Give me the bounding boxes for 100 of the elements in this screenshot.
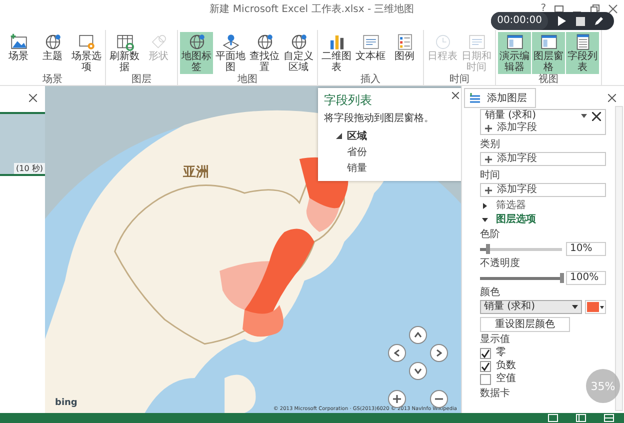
section-header[interactable]: 筛选器 <box>496 200 526 212</box>
scrollbar[interactable] <box>615 106 623 411</box>
section-header[interactable]: 图层选项 <box>496 214 536 226</box>
shapes-icon <box>150 33 168 51</box>
ribbon-button[interactable]: 查找位置 <box>248 32 281 74</box>
value-field[interactable]: 100% <box>566 271 606 285</box>
ribbon-button[interactable]: 平面地图 <box>214 32 247 74</box>
ribbon-button[interactable]: 文本框 <box>354 32 387 74</box>
recording-timer: 00:00:00 <box>491 12 548 30</box>
progress-badge: 35% <box>586 369 620 403</box>
clock-icon <box>434 33 452 51</box>
checkbox[interactable] <box>480 360 491 372</box>
legend-icon <box>396 33 414 51</box>
add-field-link[interactable]: 添加字段 <box>497 122 537 134</box>
stop-icon[interactable] <box>576 16 585 26</box>
panel-title: 字段列表 <box>324 92 372 109</box>
help-button[interactable]: ? <box>540 3 546 14</box>
ribbon-button[interactable]: 字段列表 <box>566 32 599 74</box>
chevron-right-icon <box>436 349 442 357</box>
play-icon[interactable] <box>557 16 567 26</box>
checkbox[interactable] <box>480 374 491 384</box>
globe-icon <box>256 33 274 51</box>
dropdown-icon[interactable] <box>581 114 587 118</box>
pane-icon <box>506 33 524 51</box>
table-icon <box>116 33 134 51</box>
layers-icon <box>469 93 481 103</box>
dropdown-icon <box>600 306 604 308</box>
ribbon-group-label: 时间 <box>450 74 470 85</box>
color-picker[interactable] <box>585 300 606 314</box>
plus-icon <box>485 124 492 132</box>
chevron-left-icon <box>394 349 400 357</box>
field-value[interactable]: 销量 (求和) <box>485 110 576 122</box>
well-label: 时间 <box>480 170 501 182</box>
value-field[interactable]: 10% <box>566 242 606 256</box>
text-box-icon <box>362 33 380 51</box>
close-icon[interactable] <box>608 4 618 14</box>
slider-thumb[interactable] <box>560 272 564 282</box>
expander-icon[interactable] <box>482 203 488 209</box>
add-layer-button[interactable]: 添加图层 <box>464 88 536 108</box>
field-item[interactable]: 省份 <box>336 145 459 159</box>
color-field-dropdown[interactable]: 销量 (求和) <box>480 300 582 314</box>
pane-icon <box>540 33 558 51</box>
window-title: 新建 Microsoft Excel 工作表.xlsx - 三维地图 <box>210 2 414 16</box>
ribbon-button[interactable]: 图例 <box>388 32 421 74</box>
map-pin-icon <box>222 33 240 51</box>
ribbon-button[interactable]: 场景选项 <box>70 32 103 74</box>
close-icon[interactable] <box>608 94 616 102</box>
ribbon-button[interactable]: 图层窗格 <box>532 32 565 74</box>
checkbox-label[interactable]: 负数 <box>496 360 516 372</box>
ribbon-group-label: 插入 <box>360 74 380 85</box>
add-field-link[interactable]: 添加字段 <box>497 153 537 165</box>
well-label: 类别 <box>480 139 501 151</box>
globe-icon <box>188 33 206 51</box>
ribbon-button[interactable]: 二维图表 <box>320 32 353 74</box>
globe-icon <box>44 33 62 51</box>
color-label: 颜色 <box>480 287 501 299</box>
ribbon-group-label: 视图 <box>538 74 558 85</box>
expander-icon[interactable] <box>482 217 488 223</box>
plus-icon <box>485 156 492 162</box>
plus-icon <box>485 186 492 194</box>
checkbox-label[interactable]: 空值 <box>496 373 516 385</box>
ribbon-group-label: 地图 <box>238 74 258 85</box>
slider-thumb[interactable] <box>486 244 490 254</box>
picture-icon <box>10 33 28 51</box>
view-icon[interactable] <box>576 414 586 422</box>
panel-hint: 将字段拖动到图层窗格。 <box>324 112 435 125</box>
globe-icon <box>290 33 308 51</box>
expander-icon[interactable] <box>336 133 342 139</box>
pen-icon[interactable] <box>594 16 604 26</box>
slider-label: 色阶 <box>480 229 501 241</box>
ribbon-button[interactable]: 自定义区域 <box>282 32 315 74</box>
ribbon-group-label: 场景 <box>42 74 62 85</box>
close-icon[interactable] <box>452 92 459 99</box>
chevron-down-icon <box>414 368 422 374</box>
reset-color-button[interactable]: 重设图层颜色 <box>480 317 570 332</box>
ribbon-button[interactable]: 刷新数据 <box>108 32 141 74</box>
field-item[interactable]: 销量 <box>336 161 459 175</box>
text-box-icon <box>468 33 486 51</box>
ribbon-button[interactable]: 场景 <box>2 32 35 74</box>
slider-label: 不透明度 <box>480 258 521 270</box>
ribbon-button[interactable]: 主题 <box>36 32 69 74</box>
tree-item[interactable]: 区域 <box>347 129 367 143</box>
chevron-up-icon <box>414 332 422 338</box>
scene-duration: (10 秒) <box>14 163 45 174</box>
scene-thumbnail[interactable]: (10 秒) <box>0 112 47 176</box>
continent-label: 亚洲 <box>183 164 209 181</box>
plus-icon <box>393 395 401 403</box>
remove-icon[interactable] <box>592 112 601 120</box>
bar-chart-icon <box>328 33 346 51</box>
restore-icon[interactable] <box>590 4 600 14</box>
ribbon-display-icon[interactable] <box>554 4 564 14</box>
dropdown-icon <box>572 305 578 309</box>
view-icon[interactable] <box>548 414 558 422</box>
view-icon[interactable] <box>604 414 614 422</box>
ribbon-button[interactable]: 演示编辑器 <box>498 32 531 74</box>
close-icon[interactable] <box>29 94 37 102</box>
checkbox[interactable] <box>480 348 491 358</box>
ribbon-button[interactable]: 地图标签 <box>180 32 213 74</box>
add-field-link[interactable]: 添加字段 <box>497 184 537 196</box>
checkbox-label[interactable]: 零 <box>496 347 506 359</box>
